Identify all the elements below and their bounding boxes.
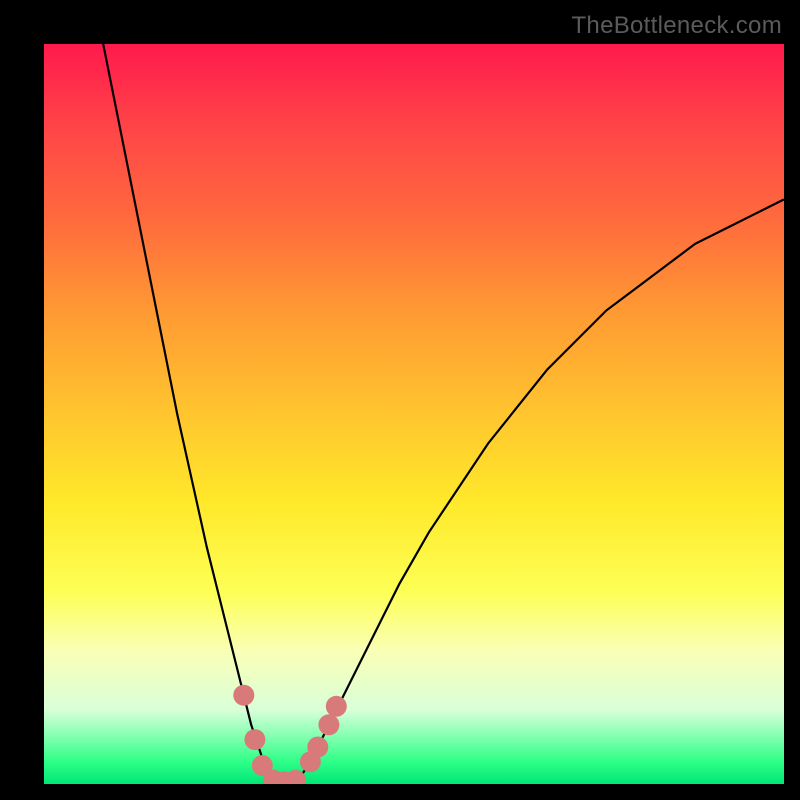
curve-left-group — [103, 44, 273, 784]
data-marker-1 — [244, 729, 265, 750]
curve-left — [103, 44, 273, 784]
chart-frame: TheBottleneck.com — [0, 0, 800, 800]
data-marker-0 — [233, 685, 254, 706]
data-marker-7 — [307, 737, 328, 758]
chart-plot-area — [44, 44, 784, 784]
data-marker-8 — [318, 714, 339, 735]
marker-group — [233, 685, 346, 784]
curve-right — [296, 199, 784, 784]
curve-right-group — [296, 199, 784, 784]
data-marker-9 — [326, 696, 347, 717]
watermark-text: TheBottleneck.com — [571, 12, 782, 40]
chart-svg — [44, 44, 784, 784]
